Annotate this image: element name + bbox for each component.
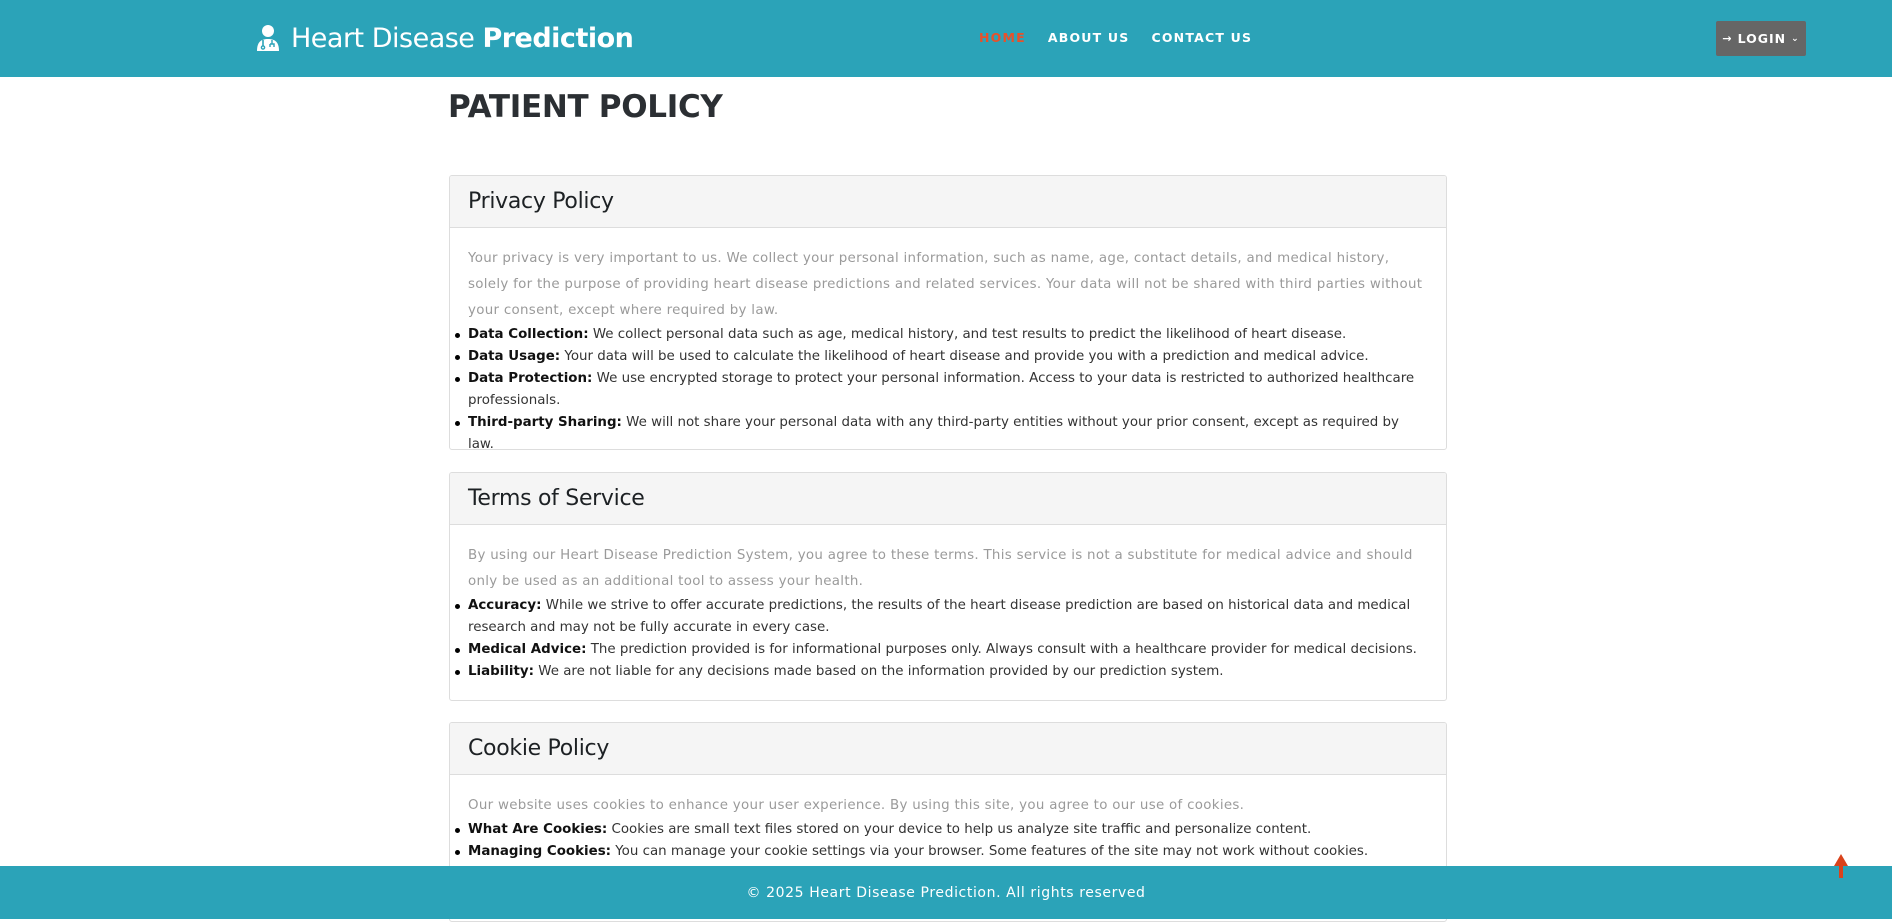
item-text: Your data will be used to calculate the … <box>564 349 1369 364</box>
panel-intro: Your privacy is very important to us. We… <box>468 251 1423 318</box>
doctor-icon <box>255 24 281 52</box>
item-text: We collect personal data such as age, me… <box>592 327 1347 342</box>
item-term: Accuracy: <box>468 598 542 613</box>
top-navbar: Heart Disease Prediction HOME ABOUT US C… <box>0 0 1892 77</box>
main-nav: HOME ABOUT US CONTACT US <box>979 30 1252 45</box>
list-item: What Are Cookies: Cookies are small text… <box>455 819 1428 841</box>
panel-intro: By using our Heart Disease Prediction Sy… <box>468 548 1413 589</box>
list-item: Liability: We are not liable for any dec… <box>455 661 1428 683</box>
item-text: You can manage your cookie settings via … <box>615 844 1369 859</box>
list-item: Managing Cookies: You can manage your co… <box>455 841 1428 863</box>
list-item: Accuracy: While we strive to offer accur… <box>455 595 1428 639</box>
item-text: While we strive to offer accurate predic… <box>468 598 1411 635</box>
item-text: We are not liable for any decisions made… <box>538 664 1224 679</box>
brand-logo-link[interactable]: Heart Disease Prediction <box>255 20 634 56</box>
panel-heading: Terms of Service <box>450 473 1446 525</box>
panel-heading: Privacy Policy <box>450 176 1446 228</box>
policy-list: What Are Cookies: Cookies are small text… <box>455 819 1428 863</box>
list-item: Data Collection: We collect personal dat… <box>455 324 1428 346</box>
item-term: Data Collection: <box>468 327 589 342</box>
policy-list: Accuracy: While we strive to offer accur… <box>455 595 1428 683</box>
back-to-top-button[interactable] <box>1833 854 1849 878</box>
panel-title: Terms of Service <box>468 486 645 511</box>
arrow-up-icon <box>1834 854 1848 878</box>
item-term: What Are Cookies: <box>468 822 608 837</box>
item-term: Medical Advice: <box>468 642 587 657</box>
page-footer: © 2025 Heart Disease Prediction. All rig… <box>0 866 1892 919</box>
panel-title: Cookie Policy <box>468 736 610 761</box>
item-term: Managing Cookies: <box>468 844 612 859</box>
policy-list: Data Collection: We collect personal dat… <box>455 324 1428 449</box>
item-text: We use encrypted storage to protect your… <box>468 371 1415 408</box>
panel-body: Our website uses cookies to enhance your… <box>450 775 1446 863</box>
item-term: Data Protection: <box>468 371 593 386</box>
page-title: PATIENT POLICY <box>448 89 723 125</box>
chevron-down-icon: ⌄ <box>1791 33 1800 44</box>
item-term: Liability: <box>468 664 534 679</box>
brand-name-bold: Prediction <box>482 22 634 54</box>
item-text: The prediction provided is for informati… <box>590 642 1417 657</box>
list-item: Data Usage: Your data will be used to ca… <box>455 346 1428 368</box>
list-item: Medical Advice: The prediction provided … <box>455 639 1428 661</box>
list-item: Data Protection: We use encrypted storag… <box>455 368 1428 412</box>
panel-body: Your privacy is very important to us. We… <box>450 228 1446 449</box>
copyright-text: © 2025 Heart Disease Prediction. All rig… <box>746 884 1146 901</box>
terms-of-service-panel: Terms of Service By using our Heart Dise… <box>449 472 1447 701</box>
panel-title: Privacy Policy <box>468 189 614 214</box>
item-term: Third-party Sharing: <box>468 415 622 430</box>
nav-home[interactable]: HOME <box>979 30 1026 45</box>
panel-intro: Our website uses cookies to enhance your… <box>468 798 1245 813</box>
item-term: Data Usage: <box>468 349 561 364</box>
nav-about-us[interactable]: ABOUT US <box>1048 30 1130 45</box>
login-dropdown-button[interactable]: →︎ LOGIN ⌄ <box>1716 21 1806 56</box>
nav-contact-us[interactable]: CONTACT US <box>1151 30 1252 45</box>
login-label: LOGIN <box>1737 31 1787 46</box>
panel-heading: Cookie Policy <box>450 723 1446 775</box>
privacy-policy-panel: Privacy Policy Your privacy is very impo… <box>449 175 1447 450</box>
panel-body: By using our Heart Disease Prediction Sy… <box>450 525 1446 683</box>
brand-name-light: Heart Disease <box>291 22 475 54</box>
item-text: Cookies are small text files stored on y… <box>611 822 1312 837</box>
list-item: Third-party Sharing: We will not share y… <box>455 412 1428 449</box>
sign-in-icon: →︎ <box>1722 32 1733 45</box>
